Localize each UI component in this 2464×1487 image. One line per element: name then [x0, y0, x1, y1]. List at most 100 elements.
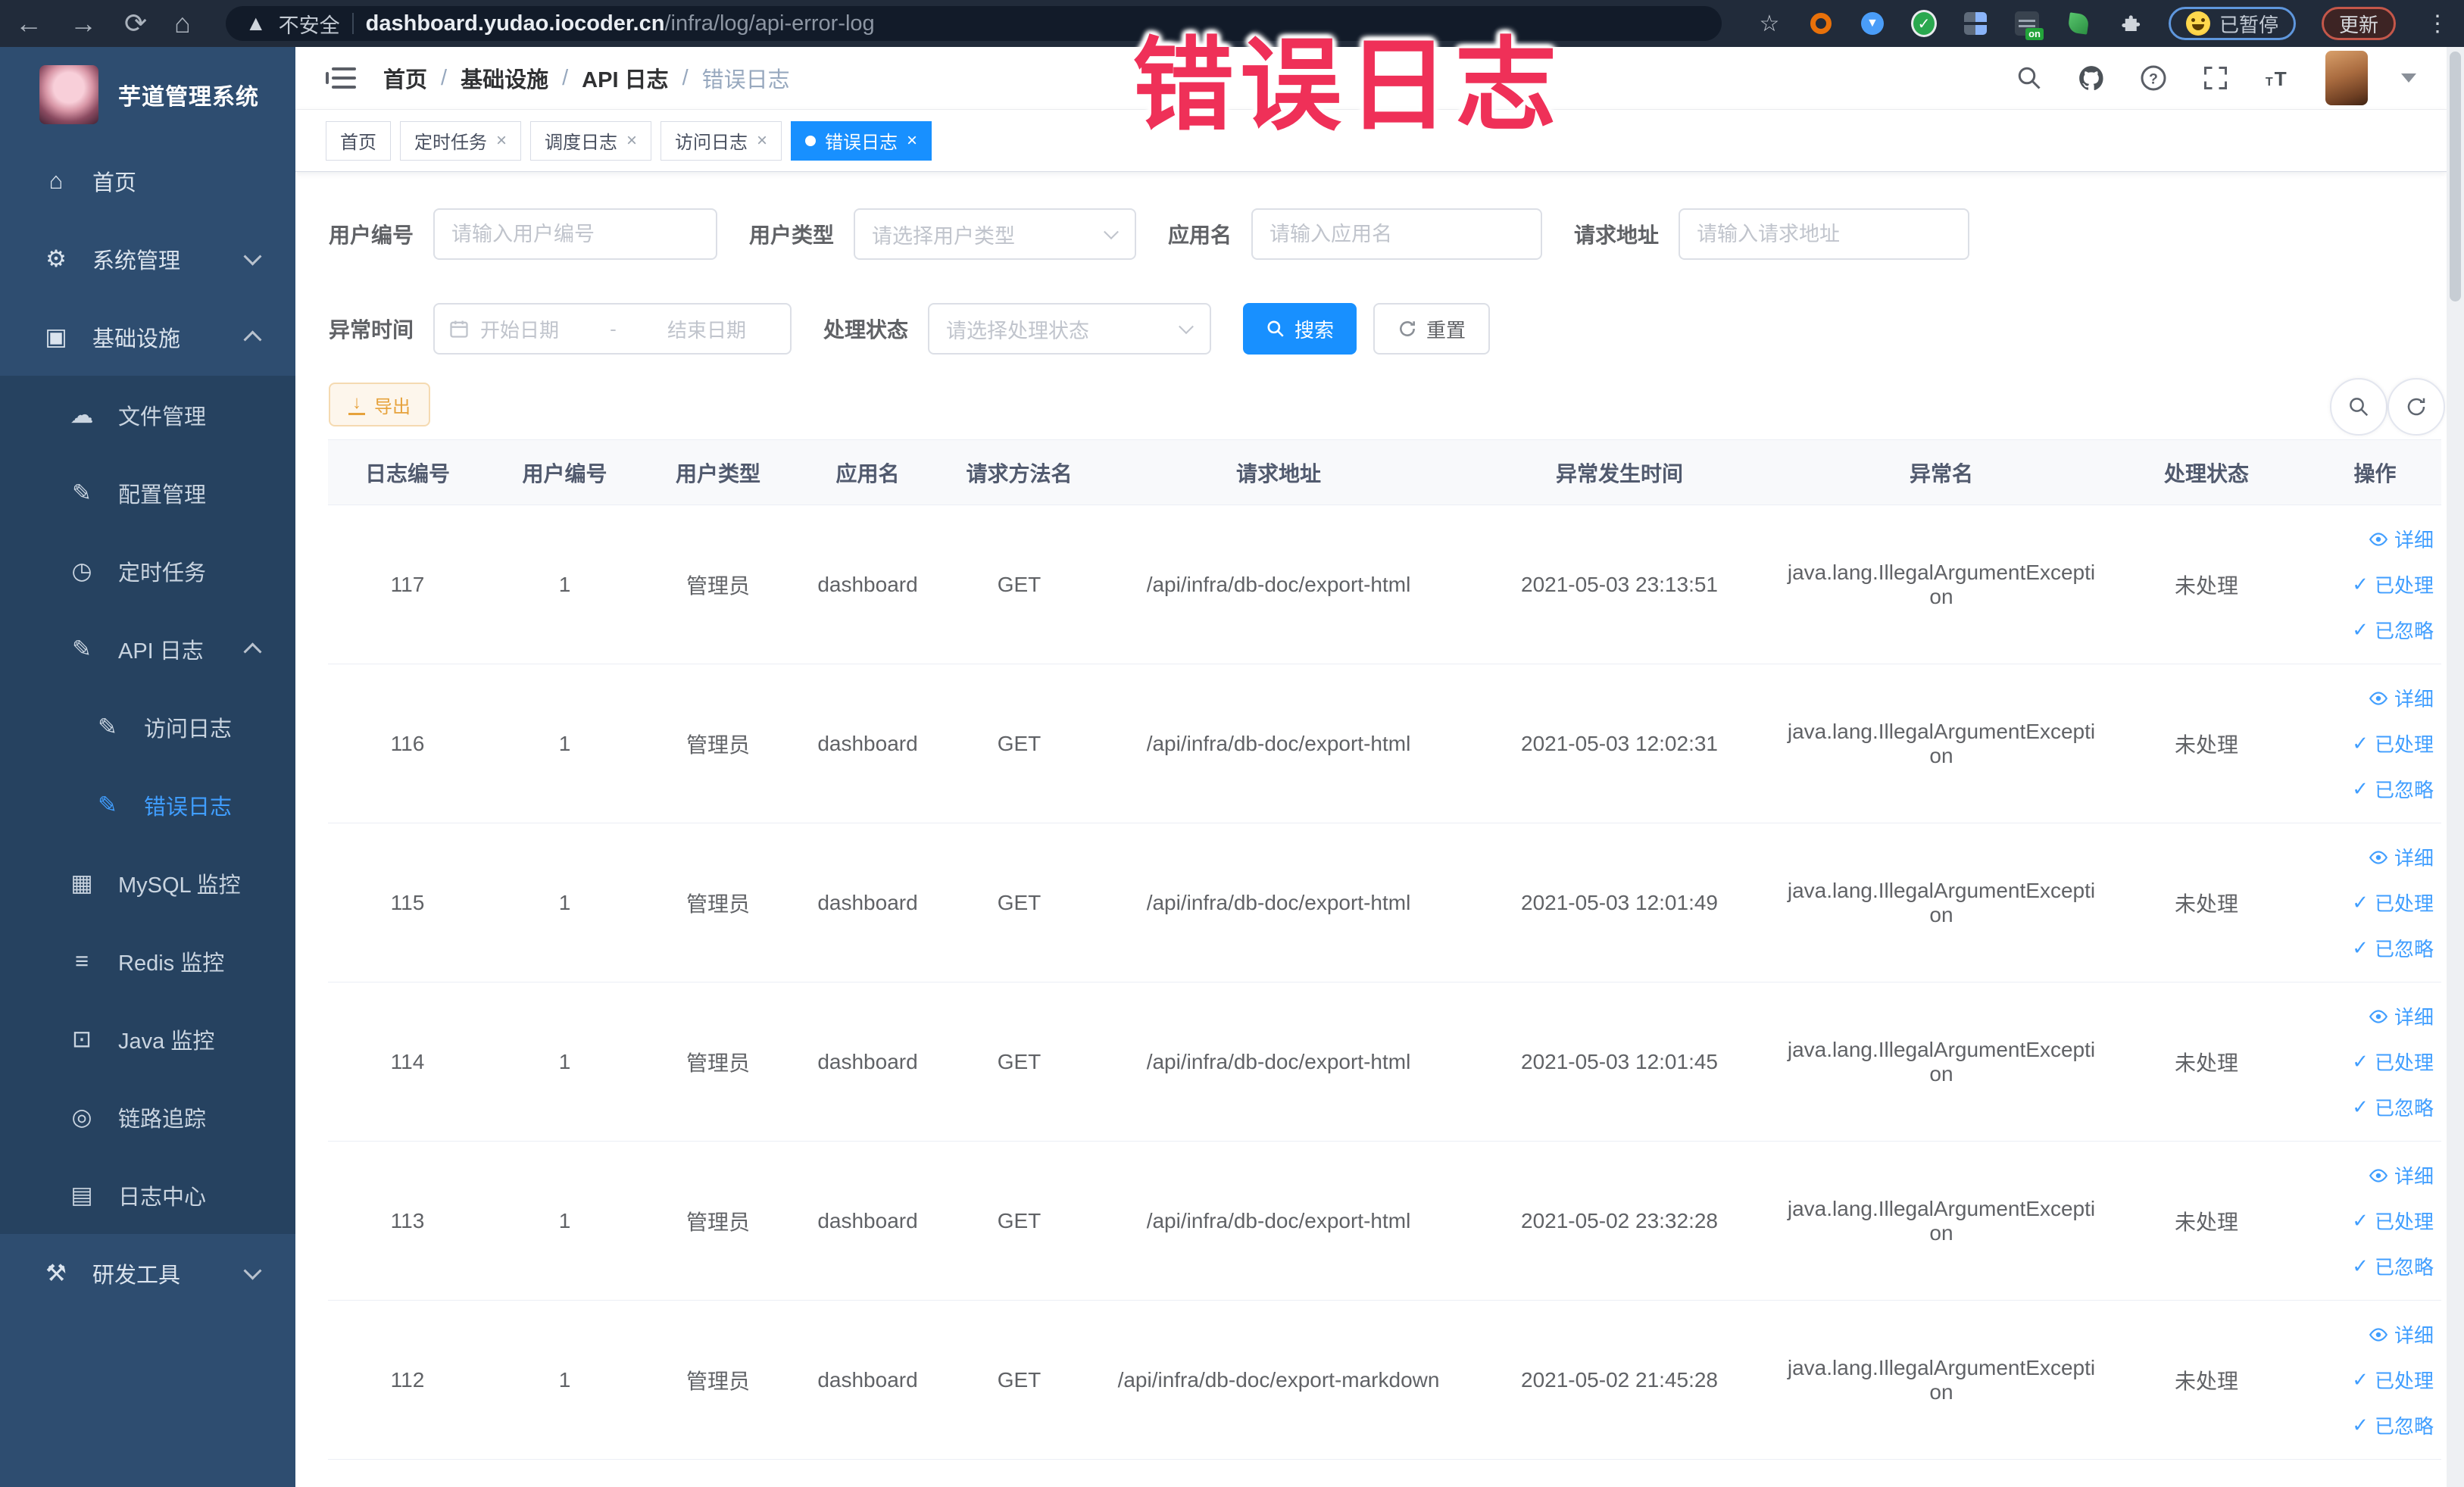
toggle-search-button[interactable] [2330, 378, 2387, 436]
refresh-table-button[interactable] [2387, 378, 2445, 436]
request-url-input[interactable] [1679, 208, 1970, 260]
process-status-placeholder: 请选择处理状态 [946, 319, 1090, 342]
github-icon[interactable] [2077, 64, 2106, 92]
app-name-input[interactable] [1251, 208, 1543, 260]
breadcrumb: 首页 / 基础设施 / API 日志 / 错误日志 [383, 62, 790, 94]
error-log-table: 日志编号 用户编号 用户类型 应用名 请求方法名 请求地址 异常发生时间 异常名 处理状态 操作 1… [328, 439, 2441, 1460]
action-link-已处理[interactable]: ✓ 已处理 [2316, 1357, 2434, 1403]
search-button[interactable]: 搜索 [1243, 303, 1357, 355]
app-logo-row[interactable]: 芋道管理系统 [0, 47, 295, 142]
table-cell: 未处理 [2104, 1300, 2309, 1460]
sidebar-item-系统管理[interactable]: ⚙ 系统管理 [0, 220, 295, 298]
security-label: 不安全 [278, 14, 340, 37]
table-cell: 管理员 [642, 823, 794, 982]
reload-icon[interactable]: ⟳ [124, 10, 147, 37]
breadcrumb-item: 错误日志 [701, 68, 790, 92]
gear-icon: ⚙ [45, 245, 67, 272]
paused-badge[interactable]: 已暂停 [2168, 7, 2296, 40]
sidebar-item-Java 监控[interactable]: ⊡ Java 监控 [0, 1000, 295, 1078]
breadcrumb-item[interactable]: 基础设施 [461, 62, 548, 94]
user-avatar[interactable] [2325, 51, 2368, 105]
update-button[interactable]: 更新 [2321, 7, 2396, 40]
browser-menu-icon[interactable]: ⋮ [2426, 11, 2449, 37]
action-link-已忽略[interactable]: ✓ 已忽略 [2316, 1403, 2434, 1448]
sidebar-item-错误日志[interactable]: ✎ 错误日志 [0, 766, 295, 844]
tab-调度日志[interactable]: 调度日志 × [530, 120, 652, 161]
back-icon[interactable]: ← [15, 10, 42, 37]
tab-定时任务[interactable]: 定时任务 × [400, 120, 522, 161]
user-id-input[interactable] [433, 208, 718, 260]
sidebar-item-Redis 监控[interactable]: ≡ Redis 监控 [0, 922, 295, 1000]
action-link-详细[interactable]: 详细 [2316, 676, 2434, 721]
user-type-select[interactable]: 请选择用户类型 [854, 208, 1137, 260]
home-icon[interactable]: ⌂ [174, 10, 191, 37]
tab-访问日志[interactable]: 访问日志 × [661, 120, 782, 161]
export-button[interactable]: ↓ 导出 [329, 383, 430, 426]
extension-orange-icon[interactable] [1808, 11, 1834, 36]
scrollbar[interactable] [2447, 47, 2464, 1487]
action-link-已忽略[interactable]: ✓ 已忽略 [2316, 1244, 2434, 1289]
table-cell: dashboard [794, 1141, 942, 1301]
action-link-已忽略[interactable]: ✓ 已忽略 [2316, 767, 2434, 812]
action-link-详细[interactable]: 详细 [2316, 517, 2434, 562]
sidebar-item-研发工具[interactable]: ⚒ 研发工具 [0, 1234, 295, 1312]
close-tab-icon[interactable]: × [496, 131, 507, 150]
action-link-详细[interactable]: 详细 [2316, 1312, 2434, 1357]
forward-icon[interactable]: → [70, 10, 97, 37]
action-link-已忽略[interactable]: ✓ 已忽略 [2316, 926, 2434, 971]
check-icon: ✓ [2352, 573, 2369, 595]
action-link-详细[interactable]: 详细 [2316, 835, 2434, 880]
action-link-详细[interactable]: 详细 [2316, 1153, 2434, 1198]
date-range-picker[interactable]: 开始日期 - 结束日期 [433, 303, 792, 355]
user-menu-caret-icon[interactable] [2401, 73, 2416, 83]
breadcrumb-item[interactable]: 首页 [383, 62, 427, 94]
font-size-icon[interactable]: TT [2263, 64, 2292, 92]
extensions-puzzle-icon[interactable] [2117, 11, 2143, 36]
extension-green-check-icon[interactable]: ✓ [1910, 10, 1937, 37]
sidebar-item-API 日志[interactable]: ✎ API 日志 [0, 610, 295, 688]
close-tab-icon[interactable]: × [907, 131, 917, 150]
help-icon[interactable]: ? [2139, 64, 2168, 92]
extension-leaf-icon[interactable] [2066, 11, 2091, 36]
breadcrumb-item[interactable]: API 日志 [582, 62, 668, 94]
extension-blue-icon[interactable]: ▼ [1860, 11, 1885, 36]
close-tab-icon[interactable]: × [757, 131, 767, 150]
action-link-已处理[interactable]: ✓ 已处理 [2316, 1039, 2434, 1085]
sidebar-item-定时任务[interactable]: ◷ 定时任务 [0, 532, 295, 610]
sidebar-item-日志中心[interactable]: ▤ 日志中心 [0, 1156, 295, 1234]
table-cell: /api/infra/db-doc/export-html [1097, 823, 1460, 982]
sidebar-item-链路追踪[interactable]: ◎ 链路追踪 [0, 1078, 295, 1156]
table-row: 117 1 管理员 dashboard GET/api/infra/db-doc/exp… [328, 505, 2441, 664]
reset-button[interactable]: 重置 [1373, 303, 1491, 355]
extension-grid-icon[interactable] [1963, 11, 1988, 36]
action-link-已忽略[interactable]: ✓ 已忽略 [2316, 1085, 2434, 1130]
action-link-label: 已忽略 [2374, 1256, 2434, 1279]
fullscreen-icon[interactable] [2201, 64, 2230, 92]
process-status-select[interactable]: 请选择处理状态 [928, 303, 1212, 355]
tab-首页[interactable]: 首页 [326, 120, 391, 161]
close-tab-icon[interactable]: × [626, 131, 637, 150]
action-link-已处理[interactable]: ✓ 已处理 [2316, 721, 2434, 767]
sidebar-item-配置管理[interactable]: ✎ 配置管理 [0, 454, 295, 532]
sidebar-item-访问日志[interactable]: ✎ 访问日志 [0, 688, 295, 766]
column-header: 处理状态 [2104, 439, 2309, 505]
sidebar-item-基础设施[interactable]: ▣ 基础设施 [0, 298, 295, 376]
search-icon [2350, 398, 2369, 417]
scrollbar-thumb[interactable] [2450, 52, 2461, 301]
sidebar-item-文件管理[interactable]: ☁ 文件管理 [0, 376, 295, 454]
action-link-已处理[interactable]: ✓ 已处理 [2316, 562, 2434, 608]
extension-onoff-icon[interactable]: on [2014, 11, 2044, 40]
bookmark-star-icon[interactable]: ☆ [1757, 11, 1782, 36]
action-link-label: 详细 [2394, 688, 2434, 711]
sidebar-item-MySQL 监控[interactable]: ▦ MySQL 监控 [0, 844, 295, 922]
table-cell: 116 [328, 664, 487, 823]
eye-icon [2369, 1327, 2388, 1342]
collapse-sidebar-icon[interactable] [326, 66, 356, 90]
action-link-已处理[interactable]: ✓ 已处理 [2316, 880, 2434, 926]
action-link-详细[interactable]: 详细 [2316, 994, 2434, 1039]
action-link-已处理[interactable]: ✓ 已处理 [2316, 1198, 2434, 1244]
search-icon[interactable] [2015, 64, 2044, 92]
action-link-已忽略[interactable]: ✓ 已忽略 [2316, 608, 2434, 653]
tab-错误日志[interactable]: 错误日志 × [791, 120, 932, 161]
sidebar-item-首页[interactable]: ⌂ 首页 [0, 142, 295, 220]
